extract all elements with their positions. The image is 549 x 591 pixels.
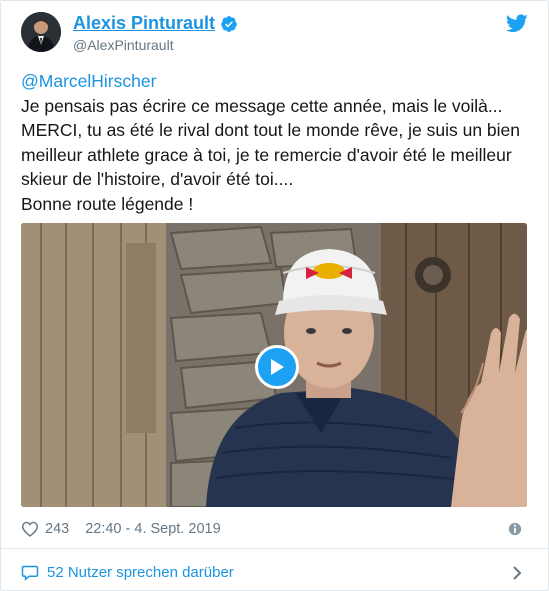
people-talking-label: 52 Nutzer sprechen darüber [47, 564, 234, 581]
mention-link[interactable]: @MarcelHirscher [21, 71, 156, 91]
play-icon [271, 359, 284, 375]
tweet-line: MERCI, tu as été le rival dont tout le m… [21, 120, 521, 140]
tweet-line: skieur de l'histoire, d'avoir été toi...… [21, 169, 294, 189]
tweet-timestamp[interactable]: 22:40 - 4. Sept. 2019 [85, 521, 220, 537]
chevron-right-icon[interactable] [512, 565, 522, 581]
divider [1, 548, 548, 549]
twitter-bird-icon[interactable] [506, 14, 528, 33]
author-name-row: Alexis Pinturault [73, 13, 238, 34]
play-button[interactable] [255, 345, 299, 389]
tweet-line: Je pensais pas écrire ce message cette a… [21, 95, 503, 116]
people-talking-link[interactable]: 52 Nutzer sprechen darüber [21, 564, 234, 581]
heart-icon[interactable] [21, 521, 39, 537]
tweet-line: meilleur athlete grace à toi, je te reme… [21, 144, 512, 165]
tweet-line: Bonne route légende ! [21, 193, 194, 214]
info-icon[interactable] [508, 522, 522, 536]
tweet-text: @MarcelHirscher Je pensais pas écrire ce… [21, 69, 531, 216]
verified-badge-icon [221, 15, 237, 32]
chat-bubble-icon [21, 565, 39, 581]
tweet-meta: 243 22:40 - 4. Sept. 2019 [21, 521, 221, 537]
avatar[interactable] [21, 12, 61, 52]
author-handle[interactable]: @AlexPinturault [73, 37, 174, 53]
author-display-name[interactable]: Alexis Pinturault [73, 13, 215, 34]
like-count[interactable]: 243 [45, 521, 69, 537]
video-thumbnail[interactable] [21, 223, 527, 507]
tweet-card: Alexis Pinturault @AlexPinturault @Marce… [0, 0, 549, 591]
